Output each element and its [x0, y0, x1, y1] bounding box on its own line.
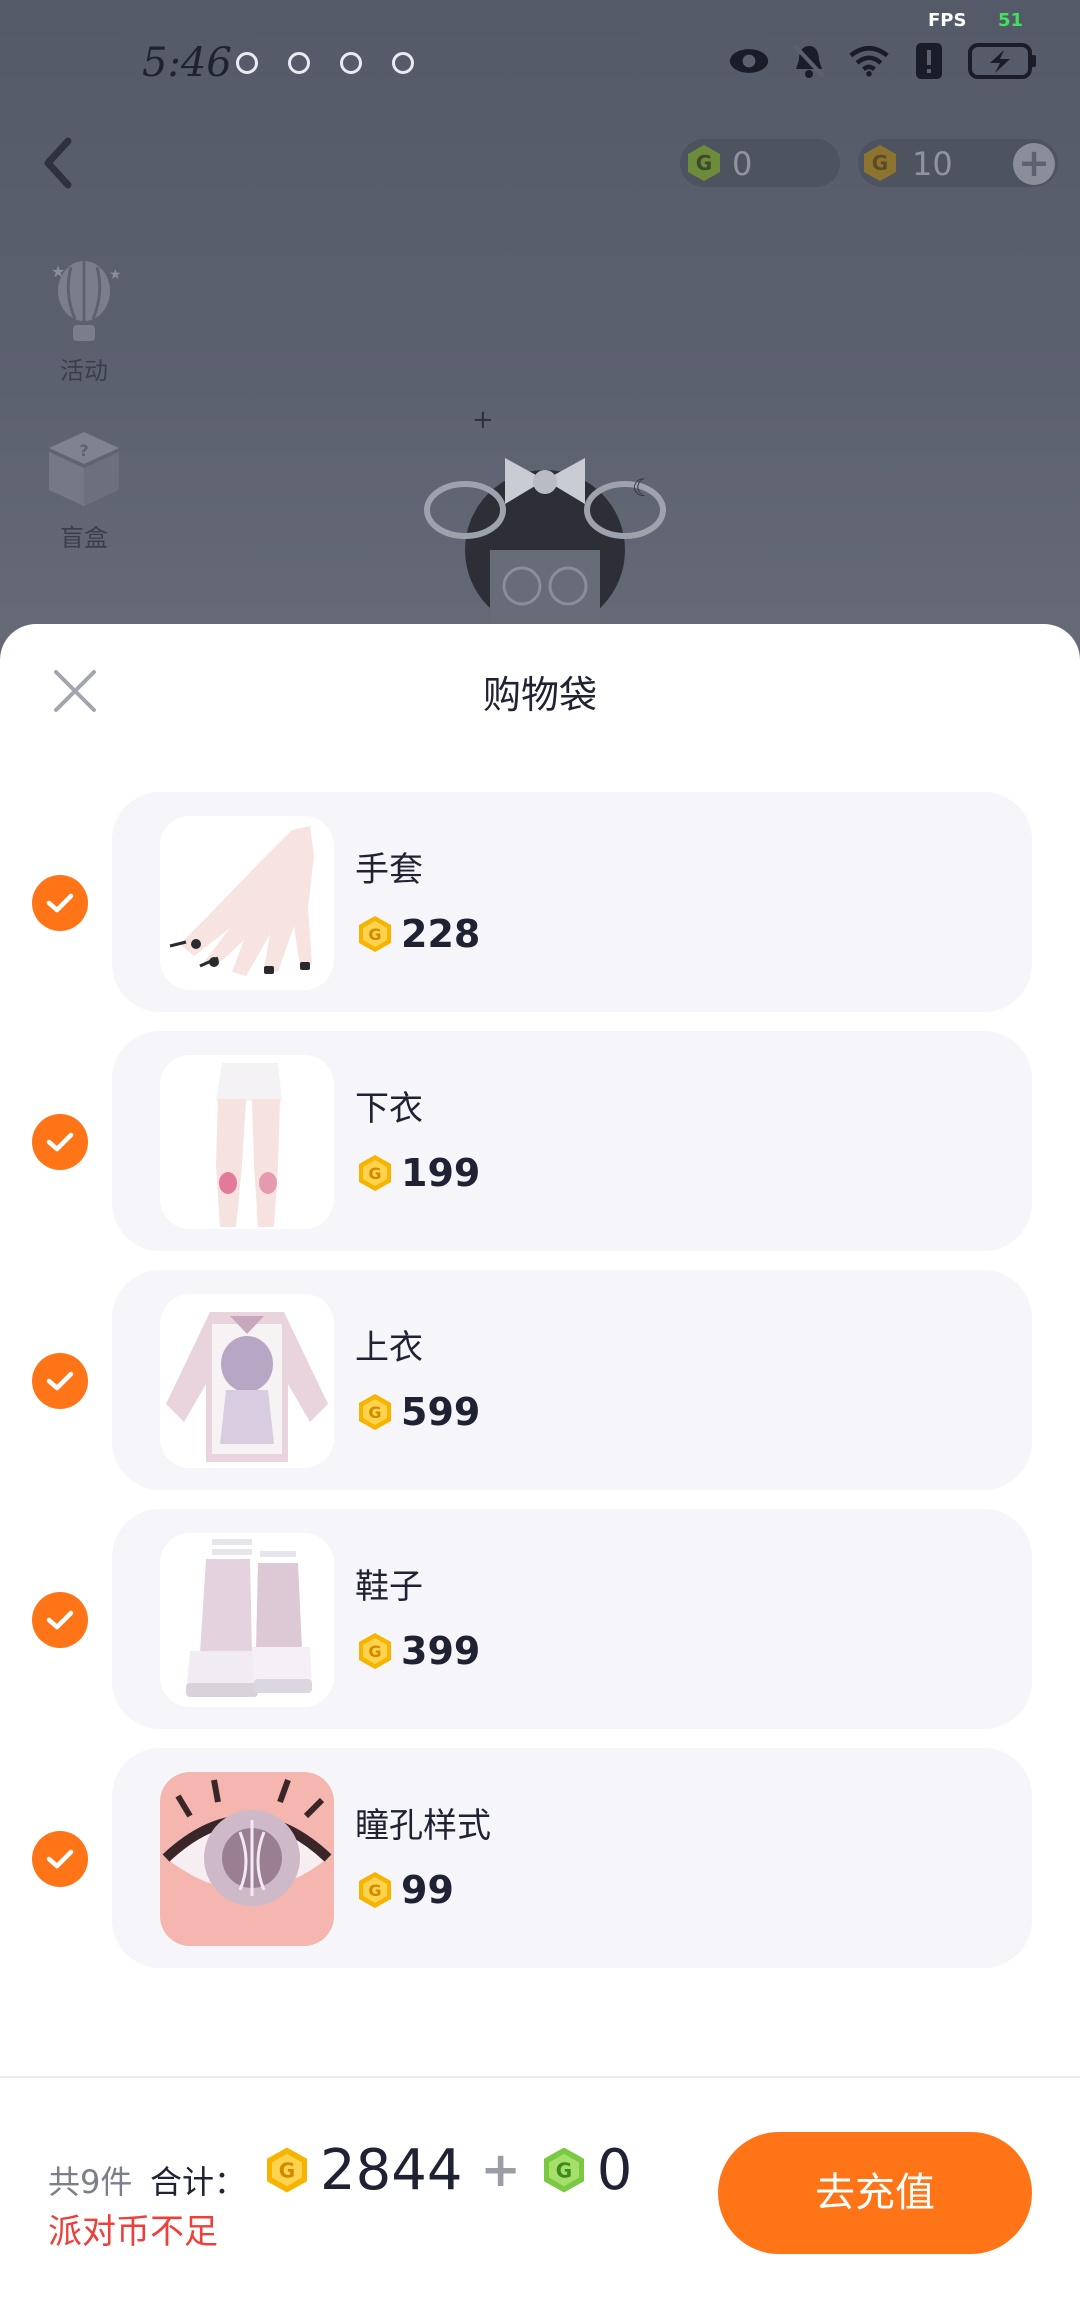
item-price: G 399 [355, 1629, 480, 1673]
check-icon [46, 1610, 74, 1630]
svg-text:G: G [556, 2159, 572, 2183]
notification-icon [288, 52, 310, 74]
item-name: 鞋子 [355, 1567, 423, 1607]
gold-coin-icon: G [267, 2147, 307, 2193]
battery-charging-icon [968, 40, 1038, 82]
green-currency-value: 0 [732, 145, 753, 183]
price-value: 599 [401, 1390, 481, 1434]
price-value: 199 [401, 1151, 481, 1195]
recharge-button[interactable]: 去充值 [718, 2132, 1032, 2254]
price-value: 99 [401, 1868, 454, 1912]
insufficient-coins-warning: 派对币不足 [48, 2212, 218, 2252]
add-currency-button[interactable]: + [1013, 143, 1055, 185]
gold-coin-icon: G [359, 1872, 391, 1908]
item-checkbox[interactable] [32, 875, 88, 931]
gold-currency-value: 10 [912, 145, 953, 183]
item-price: G 99 [355, 1868, 454, 1912]
check-icon [46, 1849, 74, 1869]
list-item: 下衣 G 199 [0, 1031, 1080, 1253]
footer-divider [0, 2076, 1080, 2078]
item-checkbox[interactable] [32, 1831, 88, 1887]
item-name: 上衣 [355, 1328, 423, 1368]
fps-value: 51 [998, 10, 1024, 31]
item-name: 下衣 [355, 1089, 423, 1129]
list-item: 鞋子 G 399 [0, 1509, 1080, 1731]
notification-icon [340, 52, 362, 74]
item-checkbox[interactable] [32, 1353, 88, 1409]
item-checkbox[interactable] [32, 1592, 88, 1648]
mystery-box-icon: ? [49, 432, 119, 506]
back-button[interactable] [36, 135, 80, 191]
item-card[interactable]: 手套 G 228 [112, 792, 1032, 1012]
list-item: 瞳孔样式 G 99 [0, 1748, 1080, 1970]
svg-text:★: ★ [109, 267, 122, 283]
shoes-thumbnail [160, 1533, 334, 1707]
green-coin-icon: G [543, 2147, 584, 2193]
check-icon [46, 1371, 74, 1391]
item-card[interactable]: 鞋子 G 399 [112, 1509, 1032, 1729]
side-item-activity[interactable]: ★ ★ 活动 [34, 255, 134, 386]
svg-text:G: G [368, 1403, 381, 1422]
sheet-title: 购物袋 [482, 673, 597, 717]
top-thumbnail [160, 1294, 334, 1468]
item-price: G 199 [355, 1151, 480, 1195]
svg-text:G: G [368, 1164, 381, 1183]
side-item-label: 盲盒 [60, 524, 108, 552]
status-time: 5:46 [142, 40, 232, 86]
list-item: 上衣 G 599 [0, 1270, 1080, 1492]
side-item-mystery-box[interactable]: ? 盲盒 [34, 422, 134, 553]
side-item-label: 活动 [60, 357, 108, 385]
bottoms-thumbnail [160, 1055, 334, 1229]
gloves-thumbnail [160, 816, 334, 990]
fps-label: FPS [928, 10, 967, 31]
svg-text:G: G [279, 2159, 295, 2183]
gold-coin-icon: G [359, 1155, 391, 1191]
green-total: 0 [596, 2137, 633, 2203]
list-item: 手套 G 228 [0, 792, 1080, 1014]
price-value: 399 [401, 1629, 481, 1673]
mute-bell-icon [788, 40, 830, 82]
item-name: 手套 [355, 850, 423, 890]
item-checkbox[interactable] [32, 1114, 88, 1170]
svg-text:+: + [472, 405, 494, 435]
notification-icon [392, 52, 414, 74]
svg-text:?: ? [79, 441, 88, 460]
currency-bar: G 0 G 10 + [680, 135, 1065, 191]
svg-text:G: G [368, 1642, 381, 1661]
gold-coin-icon: G [359, 916, 391, 952]
gold-total: 2844 [320, 2137, 463, 2203]
pupil-thumbnail [160, 1772, 334, 1946]
shopping-bag-sheet: 购物袋 手套 G 228 下衣 G 199 上衣 G 599 鞋子 G 399 … [0, 624, 1080, 2310]
total-label: 合计： [150, 2163, 247, 2201]
item-card[interactable]: 上衣 G 599 [112, 1270, 1032, 1490]
gold-coin-icon: G [864, 145, 896, 181]
status-bar: FPS 51 5:46 [0, 0, 1080, 110]
item-price: G 228 [355, 912, 480, 956]
avatar-preview: + ☾ [420, 400, 670, 630]
eye-icon [728, 40, 770, 82]
item-price: G 599 [355, 1390, 480, 1434]
gold-coin-icon: G [359, 1633, 391, 1669]
wifi-icon [848, 40, 890, 82]
plus-sign: + [480, 2142, 521, 2198]
total-amounts: G 2844 + G 0 [262, 2137, 633, 2203]
alert-icon [908, 40, 950, 82]
svg-text:G: G [872, 151, 888, 175]
svg-text:G: G [368, 1881, 381, 1900]
check-icon [46, 1132, 74, 1152]
item-card[interactable]: 下衣 G 199 [112, 1031, 1032, 1251]
svg-text:★: ★ [51, 262, 65, 281]
price-value: 228 [401, 912, 481, 956]
svg-text:G: G [696, 151, 712, 175]
green-coin-icon: G [688, 145, 720, 181]
svg-text:☾: ☾ [632, 474, 654, 502]
item-card[interactable]: 瞳孔样式 G 99 [112, 1748, 1032, 1968]
notification-icon [236, 52, 258, 74]
svg-text:G: G [368, 925, 381, 944]
gold-coin-icon: G [359, 1394, 391, 1430]
item-count: 共9件 [48, 2163, 133, 2201]
check-icon [46, 893, 74, 913]
balloon-icon: ★ ★ [51, 261, 122, 341]
item-name: 瞳孔样式 [355, 1806, 491, 1846]
